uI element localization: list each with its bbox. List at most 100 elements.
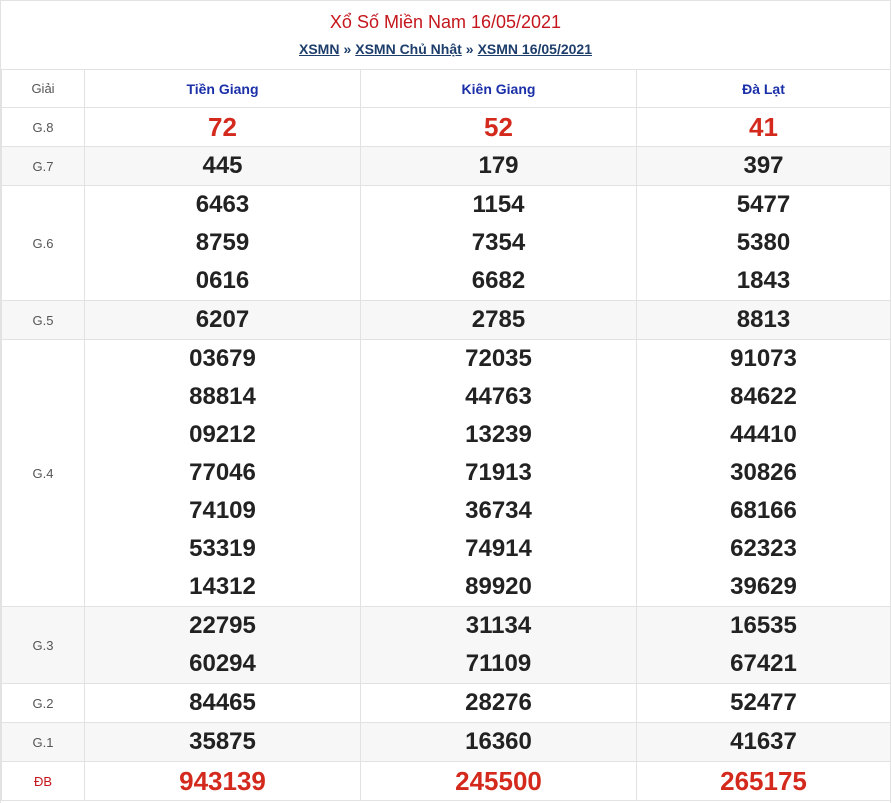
prize-row: ĐB 943139 245500 265175 — [1, 761, 891, 801]
prize-number: 6207 — [195, 306, 250, 333]
prize-label: G.7 — [1, 146, 85, 186]
page-title: Xổ Số Miền Nam 16/05/2021 — [329, 12, 562, 32]
prize-row: G.1 35875 16360 41637 — [1, 722, 891, 762]
prize-row: G.8 72 52 41 — [1, 107, 891, 147]
prize-number: 28276 — [465, 689, 532, 716]
results-table: Giải Tiền Giang Kiên Giang Đà Lạt G.8 72 5… — [1, 69, 891, 801]
prize-number: 52 — [484, 112, 513, 142]
prize-cell: 91073 84622 44410 30826 68166 62323 39629 — [636, 339, 891, 607]
prize-cell: 84465 — [84, 683, 361, 723]
prize-label: G.6 — [1, 185, 85, 301]
prize-number: 74914 — [465, 535, 532, 562]
prize-number: 72035 — [465, 345, 532, 372]
prize-number: 1154 — [472, 191, 525, 218]
prize-cell: 16360 — [360, 722, 637, 762]
prize-number: 445 — [202, 152, 243, 179]
prize-number: 89920 — [465, 573, 532, 600]
prize-label: G.1 — [1, 722, 85, 762]
prize-cell: 35875 — [84, 722, 361, 762]
prize-number: 67421 — [730, 650, 797, 677]
prize-number: 265175 — [720, 766, 807, 796]
prize-cell: 72035 44763 13239 71913 36734 74914 89920 — [360, 339, 637, 607]
breadcrumb-link-xsmn-chu-nhat[interactable]: XSMN Chủ Nhật — [355, 41, 462, 57]
prize-cell: 41 — [636, 107, 891, 147]
prize-row: G.4 03679 88814 09212 77046 74109 53319 14312 72… — [1, 339, 891, 607]
prize-number: 943139 — [179, 766, 266, 796]
prize-number: 16535 — [730, 612, 797, 639]
prize-number: 84465 — [189, 689, 256, 716]
prize-number: 91073 — [730, 345, 797, 372]
prize-cell: 2785 — [360, 300, 637, 340]
prize-number: 84622 — [730, 383, 797, 410]
prize-number: 36734 — [465, 497, 532, 524]
prize-label: G.8 — [1, 107, 85, 147]
prize-row: G.5 6207 2785 8813 — [1, 300, 891, 340]
breadcrumb-separator: » — [343, 41, 352, 57]
prize-number: 397 — [743, 152, 784, 179]
prize-cell: 397 — [636, 146, 891, 186]
prize-number: 179 — [478, 152, 519, 179]
prize-label: G.5 — [1, 300, 85, 340]
prize-row: G.3 22795 60294 31134 71109 16535 67421 — [1, 606, 891, 684]
breadcrumb: XSMN» XSMN Chủ Nhật» XSMN 16/05/2021 — [1, 40, 890, 58]
prize-number: 77046 — [189, 459, 256, 486]
prize-number: 09212 — [189, 421, 256, 448]
prize-number: 8759 — [195, 229, 250, 256]
prize-number: 88814 — [189, 383, 256, 410]
prize-label: G.2 — [1, 683, 85, 723]
results-header: Xổ Số Miền Nam 16/05/2021 XSMN» XSMN Chủ … — [1, 0, 890, 69]
prize-number: 35875 — [189, 728, 256, 755]
prize-cell: 03679 88814 09212 77046 74109 53319 14312 — [84, 339, 361, 607]
prize-cell: 16535 67421 — [636, 606, 891, 684]
prize-number: 53319 — [189, 535, 256, 562]
prize-cell: 179 — [360, 146, 637, 186]
breadcrumb-link-xsmn[interactable]: XSMN — [299, 41, 339, 57]
prize-label: ĐB — [1, 761, 85, 801]
prize-number: 60294 — [189, 650, 256, 677]
prize-label: G.4 — [1, 339, 85, 607]
prize-number: 03679 — [189, 345, 256, 372]
prize-number: 71913 — [465, 459, 532, 486]
prize-cell: 5477 5380 1843 — [636, 185, 891, 301]
prize-number: 0616 — [195, 267, 250, 294]
prize-number: 41637 — [730, 728, 797, 755]
prize-cell: 72 — [84, 107, 361, 147]
prize-number: 72 — [208, 112, 237, 142]
prize-cell: 22795 60294 — [84, 606, 361, 684]
prize-number: 6682 — [471, 267, 526, 294]
prize-cell: 943139 — [84, 761, 361, 801]
prize-cell: 265175 — [636, 761, 891, 801]
prize-label: G.3 — [1, 606, 85, 684]
table-header-row: Giải Tiền Giang Kiên Giang Đà Lạt — [1, 69, 891, 108]
prize-number: 7354 — [471, 229, 526, 256]
breadcrumb-link-xsmn-date[interactable]: XSMN 16/05/2021 — [478, 41, 592, 57]
prize-cell: 1154 7354 6682 — [360, 185, 637, 301]
prize-cell: 445 — [84, 146, 361, 186]
prize-cell: 52 — [360, 107, 637, 147]
prize-number: 13239 — [465, 421, 532, 448]
prize-number: 71109 — [465, 650, 532, 677]
prize-number: 14312 — [189, 573, 256, 600]
prize-row: G.6 6463 8759 0616 1154 7354 6682 5477 5380 1843 — [1, 185, 891, 301]
province-header-kien-giang[interactable]: Kiên Giang — [360, 69, 637, 108]
prize-number: 1843 — [736, 267, 791, 294]
prize-row: G.2 84465 28276 52477 — [1, 683, 891, 723]
breadcrumb-separator: » — [465, 41, 474, 57]
prize-number: 5380 — [736, 229, 791, 256]
prize-number: 16360 — [465, 728, 532, 755]
prize-cell: 28276 — [360, 683, 637, 723]
prize-number: 74109 — [189, 497, 256, 524]
prize-number: 44763 — [465, 383, 532, 410]
prize-cell: 6463 8759 0616 — [84, 185, 361, 301]
province-header-da-lat[interactable]: Đà Lạt — [636, 69, 891, 108]
prize-number: 68166 — [730, 497, 797, 524]
prize-number: 62323 — [730, 535, 797, 562]
results-panel: Xổ Số Miền Nam 16/05/2021 XSMN» XSMN Chủ … — [0, 0, 891, 803]
province-header-tien-giang[interactable]: Tiền Giang — [84, 69, 361, 108]
prize-number: 52477 — [730, 689, 797, 716]
prize-number: 30826 — [730, 459, 797, 486]
prize-cell: 8813 — [636, 300, 891, 340]
prize-number: 8813 — [736, 306, 791, 333]
prize-number: 6463 — [195, 191, 250, 218]
prize-number: 39629 — [730, 573, 797, 600]
